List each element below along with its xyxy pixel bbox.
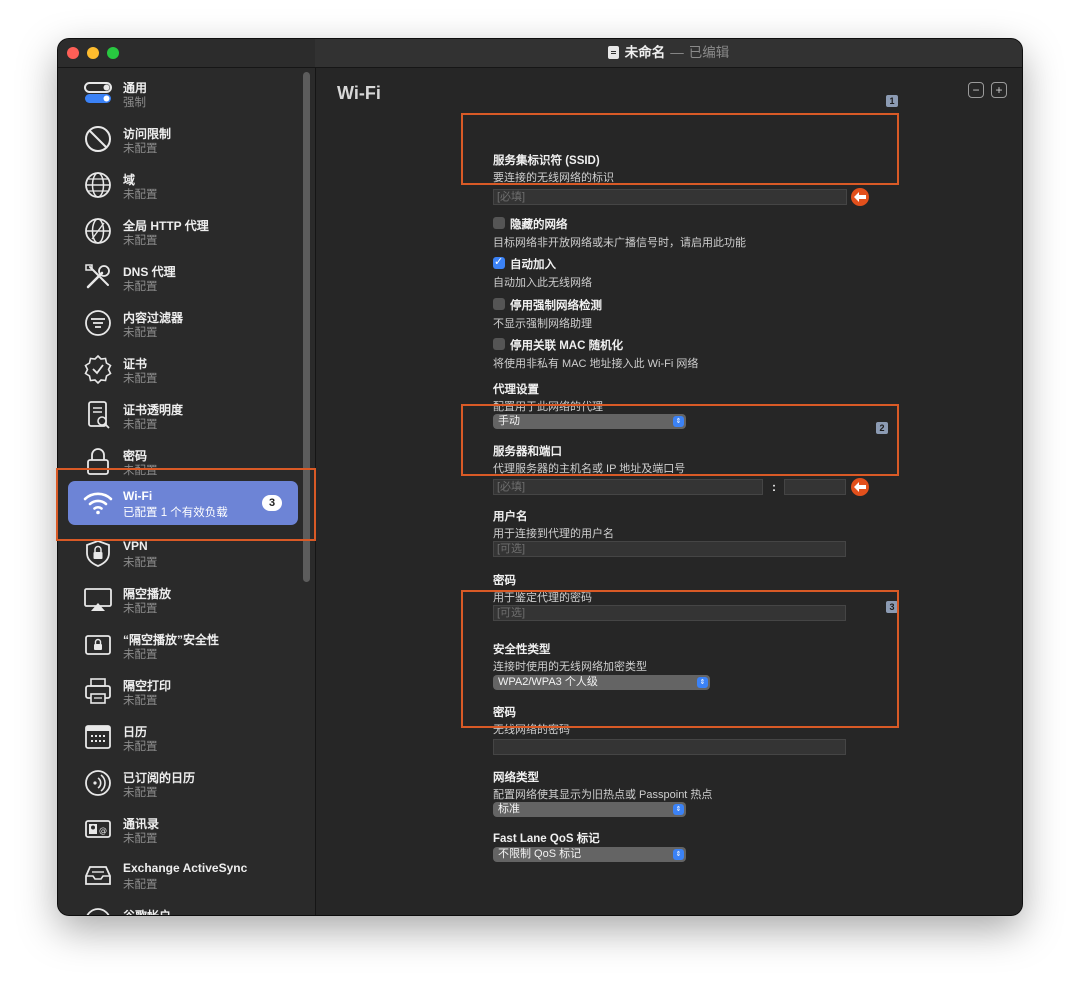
security-highlight-box bbox=[461, 590, 899, 728]
window-title: 未命名 — 已编辑 bbox=[315, 39, 1022, 67]
tools-icon bbox=[82, 261, 114, 293]
add-payload-button[interactable]: + bbox=[991, 82, 1007, 98]
ssid-input[interactable]: [必填] bbox=[493, 189, 847, 205]
hidden-network-label: 隐藏的网络 bbox=[510, 219, 568, 231]
sidebar-item-calendar[interactable]: 日历 未配置 bbox=[68, 715, 298, 759]
sidebar-item-cert-transparency[interactable]: 证书透明度 未配置 bbox=[68, 393, 298, 437]
captive-detection-checkbox[interactable] bbox=[493, 298, 505, 310]
sidebar-item-domains[interactable]: 域 未配置 bbox=[68, 163, 298, 207]
captive-detection-label: 停用强制网络检测 bbox=[510, 300, 602, 312]
document-search-icon bbox=[82, 399, 114, 431]
sidebar-item-dns-proxy[interactable]: DNS 代理 未配置 bbox=[68, 255, 298, 299]
proxy-label: 代理设置 bbox=[493, 384, 539, 396]
sidebar-item-airplay-security[interactable]: “隔空播放”安全性 未配置 bbox=[68, 623, 298, 667]
auto-join-description: 自动加入此无线网络 bbox=[493, 277, 592, 289]
remove-payload-button[interactable]: − bbox=[968, 82, 984, 98]
ssid-highlight-box bbox=[461, 113, 899, 185]
airplay-icon bbox=[82, 583, 114, 615]
mac-randomization-checkbox[interactable] bbox=[493, 338, 505, 350]
document-icon bbox=[607, 46, 619, 59]
proxy-username-input[interactable]: [可选] bbox=[493, 541, 846, 557]
close-window-button[interactable] bbox=[67, 47, 79, 59]
auto-join-checkbox[interactable] bbox=[493, 255, 505, 269]
hidden-network-checkbox[interactable] bbox=[493, 217, 505, 229]
airplay-lock-icon bbox=[82, 629, 114, 661]
svg-text:@: @ bbox=[99, 826, 107, 835]
network-type-description: 配置网络使其显示为旧热点或 Passpoint 热点 bbox=[493, 789, 713, 801]
inbox-tray-icon bbox=[82, 859, 114, 891]
sidebar-item-google-account[interactable]: 谷歌帐户 bbox=[68, 899, 298, 915]
broadcast-icon bbox=[82, 767, 114, 799]
title-bar: 未命名 — 已编辑 bbox=[58, 39, 1022, 68]
calendar-icon bbox=[82, 721, 114, 753]
qos-select[interactable]: 不限制 QoS 标记 ⇕ bbox=[493, 847, 686, 862]
proxy-password-label: 密码 bbox=[493, 575, 516, 587]
document-title: 未命名 bbox=[624, 45, 666, 60]
sidebar-item-airprint[interactable]: 隔空打印 未配置 bbox=[68, 669, 298, 713]
edit-status: 已编辑 bbox=[688, 45, 730, 60]
page-title: Wi-Fi bbox=[337, 83, 381, 103]
filter-icon bbox=[82, 307, 114, 339]
proxy-server-input[interactable]: [必填] bbox=[493, 479, 763, 495]
server-port-highlight-box bbox=[461, 404, 899, 476]
zoom-window-button[interactable] bbox=[107, 47, 119, 59]
mac-randomization-label: 停用关联 MAC 随机化 bbox=[510, 340, 624, 352]
sidebar-item-http-proxy[interactable]: 全局 HTTP 代理 未配置 bbox=[68, 209, 298, 253]
prohibited-icon bbox=[82, 123, 114, 155]
captive-detection-description: 不显示强制网络助理 bbox=[493, 318, 592, 330]
auto-join-label: 自动加入 bbox=[510, 259, 556, 271]
globe-icon bbox=[82, 169, 114, 201]
chevron-updown-icon: ⇕ bbox=[673, 849, 684, 860]
sidebar-item-restrictions[interactable]: 访问限制 未配置 bbox=[68, 117, 298, 161]
toggle-icon bbox=[82, 77, 114, 109]
required-arrow-icon bbox=[851, 478, 869, 496]
sidebar-item-exchange[interactable]: Exchange ActiveSync 未配置 bbox=[68, 853, 298, 897]
mac-randomization-description: 将使用非私有 MAC 地址接入此 Wi-Fi 网络 bbox=[493, 358, 699, 370]
google-account-icon bbox=[82, 905, 114, 915]
sidebar-item-subscribed-calendars[interactable]: 已订阅的日历 未配置 bbox=[68, 761, 298, 805]
chevron-updown-icon: ⇕ bbox=[673, 804, 684, 815]
contacts-icon: @ bbox=[82, 813, 114, 845]
printer-icon bbox=[82, 675, 114, 707]
marker-1: 1 bbox=[886, 95, 898, 107]
qos-label: Fast Lane QoS 标记 bbox=[493, 833, 600, 845]
wifi-payload-editor: Wi-Fi − + 1 服务集标识符 (SSID) 要连接的无线网络的标识 [必… bbox=[316, 68, 1022, 915]
wifi-password-input[interactable] bbox=[493, 739, 846, 755]
proxy-port-input[interactable] bbox=[784, 479, 846, 495]
network-type-label: 网络类型 bbox=[493, 772, 539, 784]
wifi-sidebar-highlight-box bbox=[56, 468, 316, 541]
sidebar-item-general[interactable]: 通用 强制 bbox=[68, 71, 298, 115]
network-type-select[interactable]: 标准 ⇕ bbox=[493, 802, 686, 817]
sidebar-item-contacts[interactable]: @ 通讯录 未配置 bbox=[68, 807, 298, 851]
proxy-username-label: 用户名 bbox=[493, 511, 528, 523]
sidebar-item-content-filter[interactable]: 内容过滤器 未配置 bbox=[68, 301, 298, 345]
sidebar-item-airplay[interactable]: 隔空播放 未配置 bbox=[68, 577, 298, 621]
proxy-username-description: 用于连接到代理的用户名 bbox=[493, 528, 614, 540]
globe-network-icon bbox=[82, 215, 114, 247]
hidden-network-description: 目标网络非开放网络或未广播信号时，请启用此功能 bbox=[493, 237, 746, 249]
vpn-lock-icon bbox=[82, 537, 114, 569]
minimize-window-button[interactable] bbox=[87, 47, 99, 59]
required-arrow-icon bbox=[851, 188, 869, 206]
sidebar-item-certificates[interactable]: 证书 未配置 bbox=[68, 347, 298, 391]
certificate-badge-icon bbox=[82, 353, 114, 385]
